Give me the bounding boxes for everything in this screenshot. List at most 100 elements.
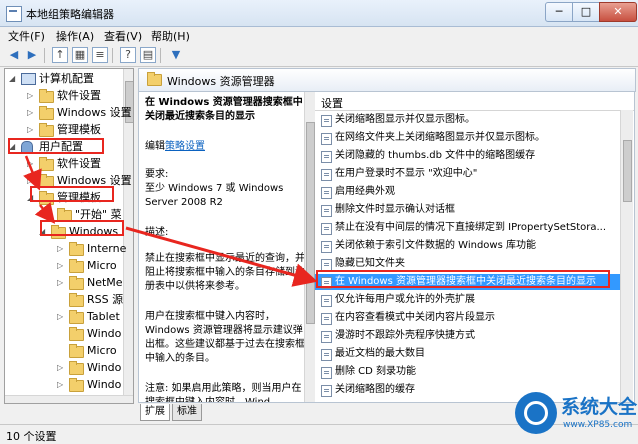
up-folder-icon[interactable]: ↑ — [52, 47, 68, 63]
setting-row[interactable]: 在用户登录时不显示 "欢迎中心" — [315, 166, 620, 182]
minimize-button[interactable]: ─ — [545, 2, 573, 22]
expand-arrow-icon[interactable]: ▷ — [57, 360, 65, 376]
folder-icon — [39, 106, 54, 120]
description-label: 描述: — [145, 227, 169, 238]
help-icon[interactable]: ? — [120, 47, 136, 63]
watermark-emblem-icon — [515, 392, 557, 434]
annotation-box-admin-templates — [30, 186, 114, 202]
setting-row[interactable]: 关闭依赖于索引文件数据的 Windows 库功能 — [315, 238, 620, 254]
folder-icon — [69, 259, 84, 273]
edit-policy-line: 编辑策略设置 — [145, 140, 309, 154]
back-arrow-icon[interactable]: ◀ — [6, 47, 22, 63]
settings-column-header[interactable]: 设置 — [315, 92, 634, 111]
tree-pane: ◢ 计算机配置 ▷ 软件设置 ▷ Windows 设置 ▷ 管理模板 ◢ 用户配置 ▷ 软件设置 ▷ Wi… — [4, 68, 134, 404]
annotation-box-user-config — [8, 138, 104, 154]
policy-setting-icon — [321, 151, 332, 163]
setting-row[interactable]: 禁止在没有中间层的情况下直接绑定到 IPropertySetStora... — [315, 220, 620, 236]
expand-arrow-icon[interactable]: ▷ — [57, 309, 65, 325]
setting-label: 在内容查看模式中关闭内容片段显示 — [335, 312, 495, 323]
folder-icon — [39, 157, 54, 171]
edit-prefix: 编辑 — [145, 141, 165, 152]
tree-item-label: Windo — [87, 378, 122, 391]
setting-row[interactable]: 漫游时不跟踪外壳程序快捷方式 — [315, 328, 620, 344]
setting-label: 关闭依赖于索引文件数据的 Windows 库功能 — [335, 240, 536, 251]
tree-item-label: Windows 设置 — [57, 106, 132, 119]
policy-setting-icon — [321, 205, 332, 217]
watermark-url: www.XP85.com — [563, 420, 633, 430]
folder-icon — [69, 310, 84, 324]
policy-setting-icon — [321, 223, 332, 235]
setting-row[interactable]: 关闭缩略图显示并仅显示图标。 — [315, 112, 620, 128]
description-text-2: 用户在搜索框中键入内容时，Windows 资源管理器将显示建议弹出框。这些建议都… — [145, 311, 305, 364]
menu-help[interactable]: 帮助(H) — [151, 28, 190, 44]
expand-arrow-icon[interactable]: ▷ — [27, 88, 35, 104]
tab-standard[interactable]: 标准 — [172, 404, 202, 421]
setting-label: 在用户登录时不显示 "欢迎中心" — [335, 168, 478, 179]
setting-label: 关闭缩略图的缓存 — [335, 384, 415, 395]
details-title: Windows 资源管理器 — [167, 75, 275, 88]
setting-label: 最近文档的最大数目 — [335, 348, 425, 359]
tree-item-label: NetMe — [87, 276, 123, 289]
tree-item-label: Windo — [87, 327, 122, 340]
requirements-text: 至少 Windows 7 或 Windows Server 2008 R2 — [145, 183, 284, 208]
settings-scrollbar[interactable] — [620, 110, 633, 402]
tab-extended[interactable]: 扩展 — [140, 404, 170, 421]
tree-item-label: Micro — [87, 344, 117, 357]
show-hide-tree-icon[interactable]: ▦ — [72, 47, 88, 63]
setting-row[interactable]: 在网络文件夹上关闭缩略图显示并仅显示图标。 — [315, 130, 620, 146]
requirements-label: 要求: — [145, 169, 169, 180]
expand-arrow-icon[interactable]: ▷ — [27, 156, 35, 172]
description-scroll-thumb[interactable] — [306, 122, 315, 324]
expand-arrow-icon[interactable]: ▷ — [57, 241, 65, 257]
folder-icon — [69, 378, 84, 392]
description-pane: 在 Windows 资源管理器搜索框中关闭最近搜索条目的显示 编辑策略设置 要求… — [138, 92, 315, 403]
menu-view[interactable]: 查看(V) — [104, 28, 142, 44]
maximize-button[interactable]: □ — [572, 2, 600, 22]
policy-setting-icon — [321, 367, 332, 379]
app-icon — [6, 6, 22, 22]
filter-icon[interactable]: ▼ — [168, 47, 184, 63]
description-scrollbar[interactable] — [304, 92, 315, 402]
close-button[interactable]: ✕ — [599, 2, 637, 22]
folder-icon — [69, 344, 84, 358]
properties-icon[interactable]: ▤ — [140, 47, 156, 63]
toolbar-separator — [44, 48, 45, 63]
menu-bar: 文件(F) 操作(A) 查看(V) 帮助(H) — [0, 26, 638, 44]
expand-arrow-icon[interactable]: ▷ — [57, 377, 65, 393]
tree-item-label: 软件设置 — [57, 89, 101, 102]
expand-arrow-icon[interactable]: ▷ — [27, 122, 35, 138]
setting-row[interactable]: 删除文件时显示确认对话框 — [315, 202, 620, 218]
setting-row[interactable]: 删除 CD 刻录功能 — [315, 364, 620, 380]
menu-file[interactable]: 文件(F) — [8, 28, 45, 44]
collapse-arrow-icon[interactable]: ◢ — [9, 71, 17, 87]
setting-label: 禁止在没有中间层的情况下直接绑定到 IPropertySetStora... — [335, 222, 607, 233]
edit-policy-link[interactable]: 策略设置 — [165, 141, 205, 152]
folder-icon — [39, 123, 54, 137]
window-title: 本地组策略编辑器 — [26, 8, 114, 21]
setting-row[interactable]: 在内容查看模式中关闭内容片段显示 — [315, 310, 620, 326]
policy-setting-icon — [321, 385, 332, 397]
setting-row[interactable]: 启用经典外观 — [315, 184, 620, 200]
expand-arrow-icon[interactable]: ▷ — [57, 258, 65, 274]
menu-action[interactable]: 操作(A) — [56, 28, 94, 44]
expand-arrow-icon[interactable]: ▷ — [27, 105, 35, 121]
policy-setting-icon — [321, 133, 332, 145]
toolbar-separator — [160, 48, 161, 63]
setting-label: 关闭缩略图显示并仅显示图标。 — [335, 114, 475, 125]
toolbar-separator — [112, 48, 113, 63]
setting-row[interactable]: 仅允许每用户或允许的外壳扩展 — [315, 292, 620, 308]
policy-setting-icon — [321, 115, 332, 127]
tree-horizontal-scrollbar[interactable] — [5, 395, 133, 403]
title-bar: 本地组策略编辑器 ─ □ ✕ — [0, 0, 638, 27]
setting-row[interactable]: 关闭隐藏的 thumbs.db 文件中的缩略图缓存 — [315, 148, 620, 164]
annotation-box-windows — [40, 220, 124, 236]
setting-row[interactable]: 最近文档的最大数目 — [315, 346, 620, 362]
settings-scroll-thumb[interactable] — [623, 140, 632, 202]
expand-arrow-icon[interactable]: ▷ — [57, 275, 65, 291]
policy-setting-icon — [321, 295, 332, 307]
export-list-icon[interactable]: ≡ — [92, 47, 108, 63]
policy-setting-icon — [321, 187, 332, 199]
policy-heading: 在 Windows 资源管理器搜索框中关闭最近搜索条目的显示 — [145, 97, 303, 122]
forward-arrow-icon[interactable]: ▶ — [24, 47, 40, 63]
description-text: 禁止在搜索框中显示最近的查询，并阻止将搜索框中输入的条目存储到注册表中以供将来参… — [145, 253, 305, 292]
